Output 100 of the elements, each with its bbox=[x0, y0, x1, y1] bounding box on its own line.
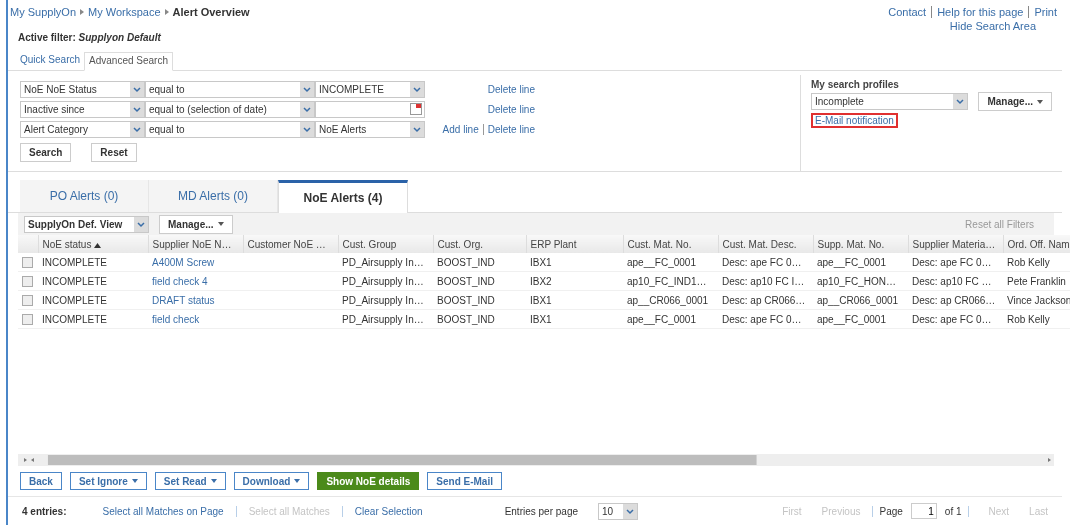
value-select[interactable]: NoE Alerts bbox=[315, 120, 425, 138]
alert-tab[interactable]: NoE Alerts (4) bbox=[278, 180, 408, 213]
table-cell: Rob Kelly bbox=[1007, 313, 1050, 325]
table-cell: ape__FC_0001 bbox=[627, 256, 696, 268]
column-header[interactable]: Cust. Mat. Desc. bbox=[718, 235, 813, 253]
table-cell: PD_Airsupply In… bbox=[342, 294, 424, 306]
dropdown-caret-icon[interactable] bbox=[300, 81, 314, 97]
table-cell: Desc: ap CR066… bbox=[722, 294, 806, 306]
table-cell: BOOST_IND bbox=[437, 313, 495, 325]
per-page-select[interactable]: 10 bbox=[598, 502, 638, 520]
search-form-button[interactable]: Search bbox=[20, 143, 72, 162]
column-header[interactable]: Supplier Materia… bbox=[908, 235, 1003, 253]
header-link[interactable]: Help for this page bbox=[931, 6, 1029, 18]
dropdown-caret-icon[interactable] bbox=[134, 216, 148, 232]
dropdown-caret-icon[interactable] bbox=[130, 101, 144, 117]
table-cell: Desc: ap CR066… bbox=[912, 294, 996, 306]
table-link[interactable]: DRAFT status bbox=[152, 294, 215, 306]
row-checkbox[interactable] bbox=[22, 256, 33, 268]
dropdown-caret-icon[interactable] bbox=[623, 503, 637, 519]
action-button[interactable]: Show NoE details bbox=[317, 472, 420, 490]
action-button[interactable]: Set Ignore bbox=[69, 472, 147, 490]
caret-icon bbox=[294, 479, 301, 483]
dropdown-caret-icon[interactable] bbox=[130, 121, 144, 137]
search-tab[interactable]: Advanced Search bbox=[84, 52, 173, 71]
column-header[interactable]: Ord. Off. Nam bbox=[1003, 235, 1070, 253]
table-cell: Vince Jackson bbox=[1007, 294, 1070, 306]
dropdown-caret-icon[interactable] bbox=[410, 121, 424, 137]
selection-link[interactable]: Clear Selection bbox=[341, 505, 435, 517]
manage-button[interactable]: Manage... bbox=[978, 92, 1052, 111]
table-cell: ape__FC_0001 bbox=[627, 313, 696, 325]
caret-icon bbox=[210, 479, 217, 483]
column-header[interactable]: NoE status bbox=[38, 235, 148, 253]
column-header[interactable]: ERP Plant bbox=[526, 235, 623, 253]
table-cell: Desc: ape FC 0… bbox=[722, 256, 802, 268]
field-select[interactable]: Inactive since bbox=[20, 100, 145, 118]
search-tab[interactable]: Quick Search bbox=[16, 52, 85, 70]
column-header[interactable]: Cust. Group bbox=[338, 235, 433, 253]
action-button[interactable]: Download bbox=[233, 472, 310, 490]
breadcrumb-link[interactable]: My Workspace bbox=[88, 6, 161, 18]
operator-select[interactable]: equal to (selection of date) bbox=[145, 100, 315, 118]
table-cell: PD_Airsupply In… bbox=[342, 275, 424, 287]
table-link[interactable]: field check 4 bbox=[152, 275, 208, 287]
row-checkbox[interactable] bbox=[22, 275, 33, 287]
line-link[interactable]: Add line bbox=[442, 123, 479, 135]
alert-tab[interactable]: MD Alerts (0) bbox=[149, 180, 278, 212]
operator-select[interactable]: equal to bbox=[145, 120, 315, 138]
dropdown-caret-icon[interactable] bbox=[410, 81, 424, 97]
alert-tab[interactable]: PO Alerts (0) bbox=[20, 180, 149, 212]
row-checkbox[interactable] bbox=[22, 294, 33, 306]
selection-link[interactable]: Select all Matches on Page bbox=[90, 505, 236, 517]
action-button[interactable]: Back bbox=[20, 472, 62, 490]
table-cell: ap__CR066_0001 bbox=[627, 294, 709, 306]
hide-search-link[interactable]: Hide Search Area bbox=[949, 20, 1036, 32]
line-link[interactable]: Delete line bbox=[487, 83, 535, 95]
operator-select[interactable]: equal to bbox=[145, 80, 315, 98]
column-header[interactable]: Supp. Mat. No. bbox=[813, 235, 908, 253]
table-link[interactable]: A400M Screw bbox=[152, 256, 215, 268]
action-button[interactable]: Set Read bbox=[154, 472, 226, 490]
dropdown-caret-icon[interactable] bbox=[300, 101, 314, 117]
table-cell: IBX1 bbox=[530, 313, 552, 325]
line-link[interactable]: Delete line bbox=[482, 123, 535, 135]
table-cell: Desc: ap10 FC I… bbox=[722, 275, 805, 287]
separator-icon bbox=[164, 9, 169, 15]
view-select[interactable]: SupplyOn Def. View bbox=[24, 215, 149, 233]
table-link[interactable]: field check bbox=[152, 313, 200, 325]
dropdown-caret-icon[interactable] bbox=[953, 94, 968, 109]
table-cell: IBX2 bbox=[530, 275, 552, 287]
calendar-icon[interactable] bbox=[410, 103, 422, 115]
column-header[interactable]: Cust. Mat. No. bbox=[623, 235, 718, 253]
field-select[interactable]: Alert Category bbox=[20, 120, 145, 138]
column-header[interactable]: Customer NoE … bbox=[243, 235, 338, 253]
table-cell: PD_Airsupply In… bbox=[342, 256, 424, 268]
profile-select[interactable]: Incomplete bbox=[811, 93, 969, 110]
dropdown-caret-icon[interactable] bbox=[300, 121, 314, 137]
table-cell: INCOMPLETE bbox=[42, 256, 107, 268]
email-notification-link[interactable]: E-Mail notification bbox=[811, 113, 898, 128]
table-cell: BOOST_IND bbox=[437, 256, 495, 268]
page-heading: Alert Overview bbox=[172, 6, 250, 18]
field-select[interactable]: NoE NoE Status bbox=[20, 80, 145, 98]
manage-view-button[interactable]: Manage... bbox=[159, 214, 233, 234]
column-header[interactable]: Supplier NoE N… bbox=[148, 235, 243, 253]
table-cell: Desc: ap10 FC … bbox=[912, 275, 992, 287]
date-field[interactable] bbox=[315, 100, 425, 118]
dropdown-caret-icon[interactable] bbox=[130, 81, 144, 97]
caret-icon bbox=[217, 222, 224, 226]
line-link[interactable]: Delete line bbox=[487, 103, 535, 115]
entry-count: 4 entries: bbox=[22, 505, 67, 517]
table-cell: INCOMPLETE bbox=[42, 294, 107, 306]
breadcrumb-link[interactable]: My SupplyOn bbox=[10, 6, 77, 18]
separator-icon bbox=[80, 9, 85, 15]
page-field[interactable]: 1 bbox=[910, 503, 937, 519]
column-header[interactable]: Cust. Org. bbox=[433, 235, 526, 253]
action-button[interactable]: Send E-Mail bbox=[427, 472, 502, 490]
header-link[interactable]: Print bbox=[1028, 6, 1062, 18]
header-link[interactable]: Contact bbox=[883, 6, 932, 18]
row-checkbox[interactable] bbox=[22, 313, 33, 325]
value-select[interactable]: INCOMPLETE bbox=[315, 80, 425, 98]
search-form-button[interactable]: Reset bbox=[91, 143, 137, 162]
table-cell: PD_Airsupply In… bbox=[342, 313, 424, 325]
page-label: Page bbox=[872, 505, 903, 517]
